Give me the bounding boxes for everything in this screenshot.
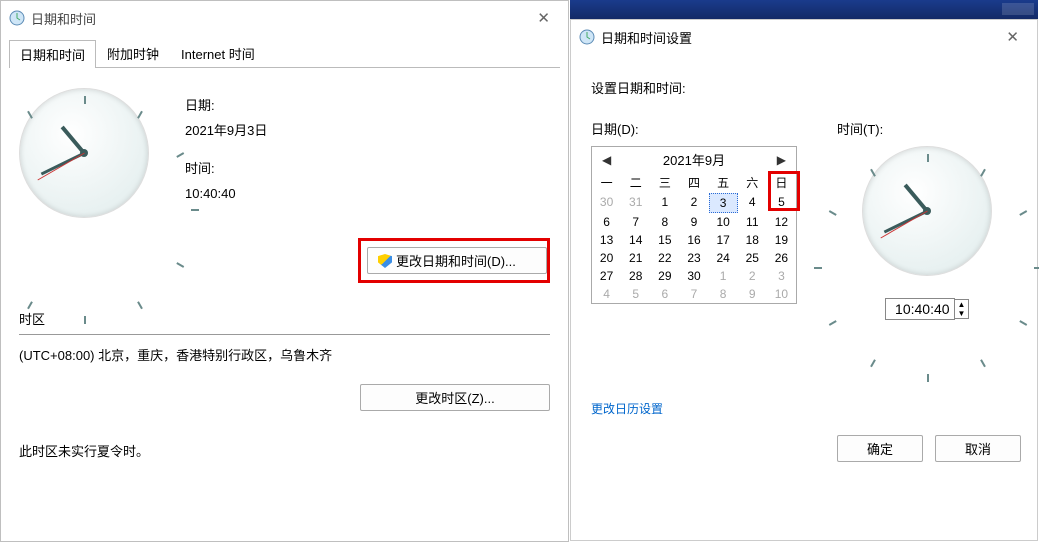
calendar-day[interactable]: 11: [738, 213, 767, 231]
calendar-day[interactable]: 8: [709, 285, 738, 303]
cancel-button[interactable]: 取消: [935, 435, 1021, 462]
date-value: 2021年9月3日: [185, 119, 267, 144]
calendar-day[interactable]: 14: [621, 231, 650, 249]
calendar-next-month[interactable]: ▶: [773, 153, 790, 167]
calendar-day[interactable]: 10: [709, 213, 738, 231]
calendar-day[interactable]: 9: [738, 285, 767, 303]
calendar-day[interactable]: 26: [767, 249, 796, 267]
calendar-dow: 五: [709, 172, 738, 193]
calendar-day[interactable]: 3: [709, 193, 738, 213]
change-timezone-button[interactable]: 更改时区(Z)...: [360, 384, 550, 411]
calendar-day[interactable]: 21: [621, 249, 650, 267]
settings-heading: 设置日期和时间:: [591, 78, 1017, 97]
calendar-day[interactable]: 27: [592, 267, 621, 285]
calendar-day[interactable]: 18: [738, 231, 767, 249]
calendar-day[interactable]: 6: [592, 213, 621, 231]
date-time-settings-dialog: 日期和时间设置 ✕ 设置日期和时间: 日期(D): ◀ 2021年9月 ▶ 一二…: [570, 19, 1038, 541]
analog-clock-settings: [862, 146, 992, 276]
close-button-settings[interactable]: ✕: [996, 24, 1029, 50]
calendar-day[interactable]: 31: [621, 193, 650, 213]
calendar-day[interactable]: 1: [650, 193, 679, 213]
calendar-dow: 二: [621, 172, 650, 193]
calendar-month-title[interactable]: 2021年9月: [663, 150, 725, 169]
calendar-day[interactable]: 16: [679, 231, 708, 249]
analog-clock-main: [19, 88, 149, 218]
desktop-background-strip: [570, 0, 1038, 19]
calendar-day[interactable]: 7: [679, 285, 708, 303]
titlebar-settings: 日期和时间设置 ✕: [571, 20, 1037, 54]
calendar-prev-month[interactable]: ◀: [598, 153, 615, 167]
calendar-day[interactable]: 30: [592, 193, 621, 213]
calendar-day[interactable]: 9: [679, 213, 708, 231]
divider: [19, 334, 550, 335]
calendar-day[interactable]: 12: [767, 213, 796, 231]
calendar-day[interactable]: 25: [738, 249, 767, 267]
calendar-day[interactable]: 4: [592, 285, 621, 303]
calendar-day[interactable]: 1: [709, 267, 738, 285]
time-spin-down[interactable]: ▼: [955, 309, 969, 318]
datetime-settings-icon: [579, 29, 595, 45]
calendar-day[interactable]: 28: [621, 267, 650, 285]
timezone-value: (UTC+08:00) 北京，重庆，香港特别行政区，乌鲁木齐: [19, 345, 550, 364]
calendar-day[interactable]: 19: [767, 231, 796, 249]
ok-button[interactable]: 确定: [837, 435, 923, 462]
datetime-app-icon: [9, 10, 25, 26]
tab-datetime[interactable]: 日期和时间: [9, 40, 96, 68]
tab-bar: 日期和时间 附加时钟 Internet 时间: [9, 39, 560, 68]
window-title: 日期和时间: [31, 9, 96, 28]
tab-internet-time[interactable]: Internet 时间: [170, 39, 266, 67]
uac-shield-icon: [378, 254, 392, 268]
change-datetime-button[interactable]: 更改日期和时间(D)...: [367, 247, 547, 274]
change-datetime-label: 更改日期和时间(D)...: [396, 254, 516, 269]
calendar-day[interactable]: 20: [592, 249, 621, 267]
calendar-day[interactable]: 6: [650, 285, 679, 303]
calendar-day[interactable]: 29: [650, 267, 679, 285]
titlebar-main: 日期和时间 ✕: [1, 1, 568, 35]
calendar-day[interactable]: 5: [767, 193, 796, 213]
calendar-day[interactable]: 23: [679, 249, 708, 267]
calendar-day[interactable]: 8: [650, 213, 679, 231]
calendar-day[interactable]: 7: [621, 213, 650, 231]
calendar-dow: 六: [738, 172, 767, 193]
calendar: ◀ 2021年9月 ▶ 一二三四五六日 30311234567891011121…: [591, 146, 797, 304]
calendar-day[interactable]: 30: [679, 267, 708, 285]
time-label: 时间:: [185, 157, 267, 182]
calendar-day[interactable]: 13: [592, 231, 621, 249]
calendar-day[interactable]: 10: [767, 285, 796, 303]
calendar-day[interactable]: 24: [709, 249, 738, 267]
calendar-dow: 一: [592, 172, 621, 193]
date-time-window: 日期和时间 ✕ 日期和时间 附加时钟 Internet 时间 日期: 2021年…: [0, 0, 569, 542]
timezone-section-label: 时区: [19, 312, 45, 327]
date-label: 日期:: [185, 94, 267, 119]
change-calendar-settings-link[interactable]: 更改日历设置: [591, 402, 663, 416]
calendar-day[interactable]: 17: [709, 231, 738, 249]
time-value: 10:40:40: [185, 182, 267, 207]
calendar-dow: 四: [679, 172, 708, 193]
date-field-label: 日期(D):: [591, 119, 797, 138]
calendar-day[interactable]: 2: [738, 267, 767, 285]
time-field-label: 时间(T):: [837, 119, 1017, 138]
tab-additional-clocks[interactable]: 附加时钟: [96, 39, 170, 67]
calendar-day[interactable]: 3: [767, 267, 796, 285]
close-button-main[interactable]: ✕: [527, 5, 560, 31]
calendar-dow: 三: [650, 172, 679, 193]
highlight-change-datetime: 更改日期和时间(D)...: [358, 238, 550, 283]
calendar-day[interactable]: 4: [738, 193, 767, 213]
calendar-day[interactable]: 5: [621, 285, 650, 303]
calendar-dow: 日: [767, 172, 796, 193]
calendar-day[interactable]: 22: [650, 249, 679, 267]
calendar-day[interactable]: 2: [679, 193, 708, 213]
settings-window-title: 日期和时间设置: [601, 28, 692, 47]
time-spin-up[interactable]: ▲: [955, 300, 969, 309]
calendar-day[interactable]: 15: [650, 231, 679, 249]
time-input[interactable]: [885, 298, 955, 320]
dst-note: 此时区未实行夏令时。: [19, 441, 550, 460]
